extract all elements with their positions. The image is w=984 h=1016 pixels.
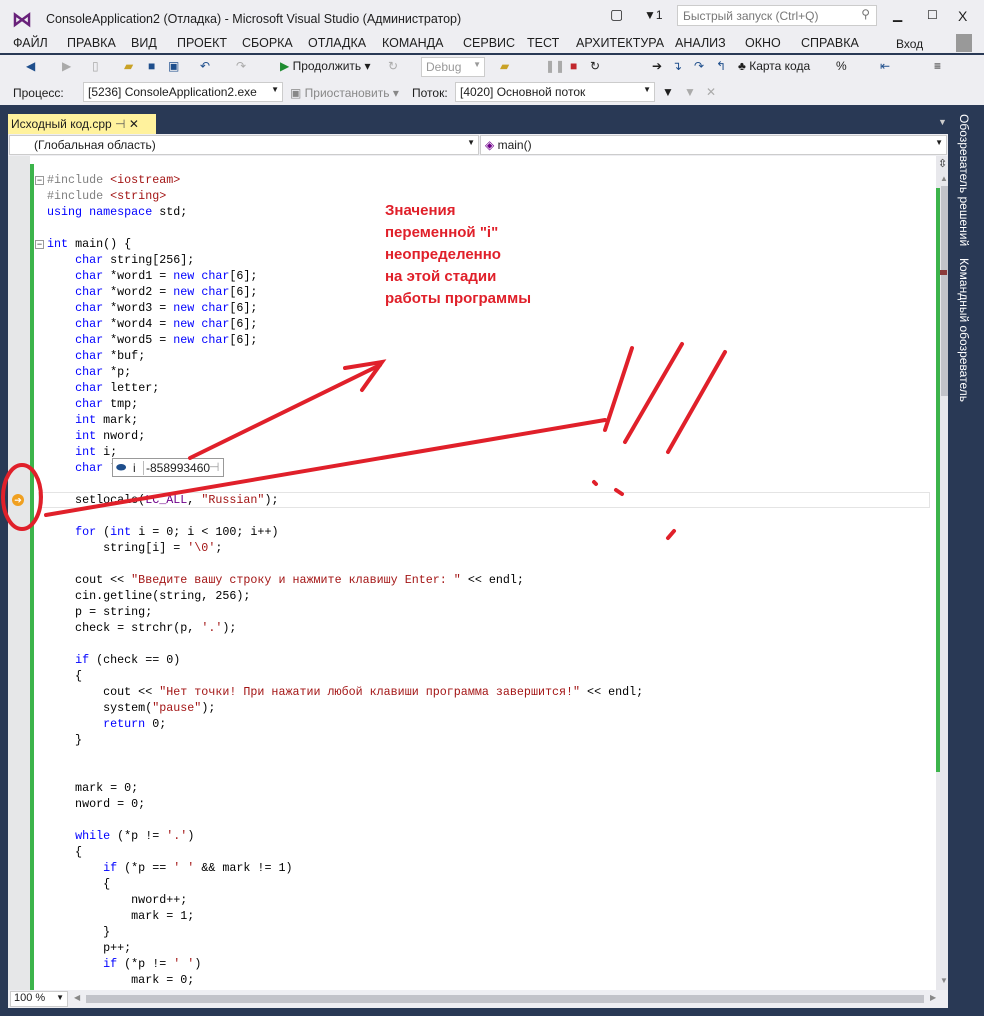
annotation-stroke <box>623 342 684 444</box>
annotation-dot <box>614 488 624 496</box>
annotation-stroke <box>603 346 634 432</box>
annotation-stroke <box>666 350 727 454</box>
annotation-circle <box>1 463 43 531</box>
annotation-long-line <box>44 418 607 517</box>
horizontal-scroll-thumb[interactable] <box>86 995 924 1003</box>
annotation-dot <box>666 529 676 540</box>
annotation-dot <box>592 480 598 486</box>
zoom-value: 100 % <box>14 992 46 1004</box>
red-annotation-marks <box>1 342 727 540</box>
tab-team-explorer[interactable]: Командный обозреватель <box>957 258 971 402</box>
scroll-left-icon[interactable]: ◀ <box>74 993 80 1002</box>
editor-bottom-bar: 100 % ▼ ◀ ▶ <box>8 990 948 1008</box>
zoom-select[interactable]: 100 % ▼ <box>10 991 68 1007</box>
tab-solution-explorer[interactable]: Обозреватель решений <box>957 114 971 246</box>
side-panel-tabs: Обозреватель решений Командный обозреват… <box>953 110 984 1016</box>
scroll-right-icon[interactable]: ▶ <box>930 993 936 1002</box>
annotation-arrow-line <box>188 363 382 460</box>
